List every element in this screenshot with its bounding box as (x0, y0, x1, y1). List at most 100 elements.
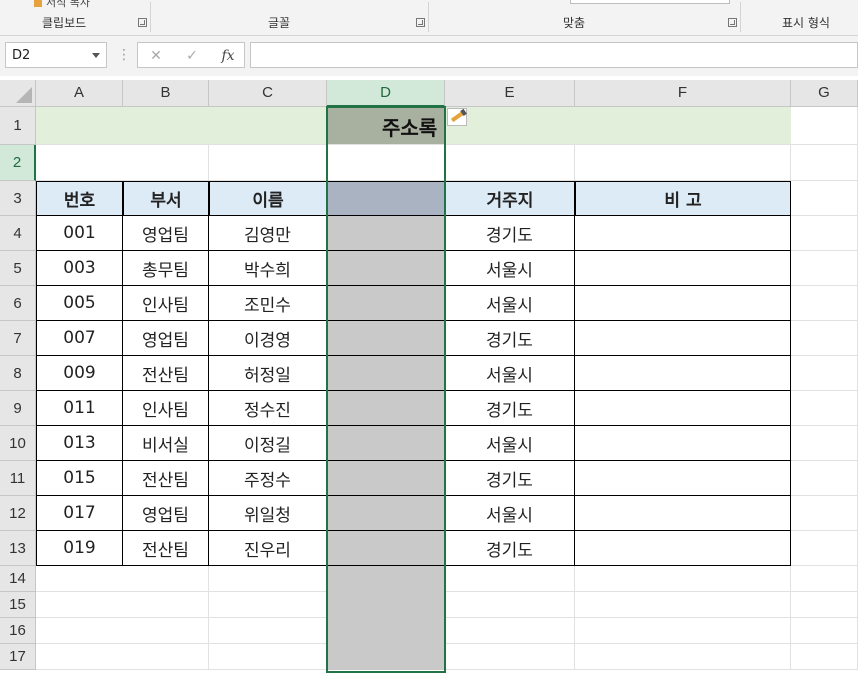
table-cell-name[interactable]: 진우리 (209, 531, 327, 566)
table-cell-dept[interactable]: 영업팀 (123, 216, 209, 251)
worksheet-grid[interactable]: A B C D E F G 1 2 3 4 5 6 7 8 9 10 11 12 13 14 15 16 17 번호 부서 이름 거주… (0, 80, 858, 673)
row-header-8[interactable]: 8 (0, 356, 36, 391)
table-cell-d[interactable] (327, 391, 445, 426)
table-cell-addr[interactable]: 서울시 (445, 356, 575, 391)
table-cell-no[interactable]: 011 (36, 391, 123, 426)
column-header-b[interactable]: B (123, 80, 209, 107)
column-header-a[interactable]: A (36, 80, 123, 107)
format-painter-partial[interactable]: 서식 복사 (34, 0, 90, 10)
chevron-down-icon[interactable] (92, 53, 100, 58)
table-cell-name[interactable]: 허정일 (209, 356, 327, 391)
table-cell-note[interactable] (575, 426, 791, 461)
table-cell-addr[interactable]: 서울시 (445, 496, 575, 531)
column-header-d[interactable]: D (327, 80, 445, 107)
table-cell-dept[interactable]: 영업팀 (123, 496, 209, 531)
table-cell-note[interactable] (575, 496, 791, 531)
table-cell-note[interactable] (575, 391, 791, 426)
cancel-icon[interactable]: ✕ (144, 46, 168, 66)
column-header-f[interactable]: F (575, 80, 791, 107)
row-header-17[interactable]: 17 (0, 644, 36, 670)
table-cell-name[interactable]: 이경영 (209, 321, 327, 356)
header-cell-a[interactable]: 번호 (36, 181, 123, 216)
column-header-e[interactable]: E (445, 80, 575, 107)
table-cell-no[interactable]: 017 (36, 496, 123, 531)
table-cell-name[interactable]: 김영만 (209, 216, 327, 251)
row-header-5[interactable]: 5 (0, 251, 36, 286)
formula-input[interactable] (250, 42, 858, 68)
paintbrush-icon[interactable] (447, 108, 467, 126)
table-cell-no[interactable]: 019 (36, 531, 123, 566)
header-cell-d[interactable] (327, 181, 445, 216)
row-header-2[interactable]: 2 (0, 145, 36, 181)
column-header-g[interactable]: G (791, 80, 858, 107)
insert-function-icon[interactable]: fx (216, 46, 240, 66)
table-cell-note[interactable] (575, 321, 791, 356)
table-cell-no[interactable]: 003 (36, 251, 123, 286)
row-header-14[interactable]: 14 (0, 566, 36, 592)
row-header-9[interactable]: 9 (0, 391, 36, 426)
row-header-11[interactable]: 11 (0, 461, 36, 496)
table-cell-name[interactable]: 박수희 (209, 251, 327, 286)
row-header-7[interactable]: 7 (0, 321, 36, 356)
enter-icon[interactable]: ✓ (180, 46, 204, 66)
table-cell-name[interactable]: 이정길 (209, 426, 327, 461)
table-cell-name[interactable]: 조민수 (209, 286, 327, 321)
table-cell-note[interactable] (575, 216, 791, 251)
table-cell-no[interactable]: 001 (36, 216, 123, 251)
table-cell-d[interactable] (327, 461, 445, 496)
more-options-icon[interactable]: ⋮ (117, 47, 131, 63)
table-cell-dept[interactable]: 전산팀 (123, 531, 209, 566)
row-header-10[interactable]: 10 (0, 426, 36, 461)
row-header-16[interactable]: 16 (0, 618, 36, 644)
table-cell-d[interactable] (327, 321, 445, 356)
table-cell-name[interactable]: 정수진 (209, 391, 327, 426)
header-cell-e[interactable]: 거주지 (445, 181, 575, 216)
column-header-c[interactable]: C (209, 80, 327, 107)
table-cell-dept[interactable]: 인사팀 (123, 286, 209, 321)
row-header-1[interactable]: 1 (0, 107, 36, 145)
select-all-button[interactable] (0, 80, 36, 107)
table-cell-note[interactable] (575, 286, 791, 321)
table-cell-addr[interactable]: 서울시 (445, 251, 575, 286)
table-cell-addr[interactable]: 경기도 (445, 216, 575, 251)
row-header-4[interactable]: 4 (0, 216, 36, 251)
table-cell-addr[interactable]: 경기도 (445, 321, 575, 356)
table-cell-d[interactable] (327, 251, 445, 286)
table-cell-d[interactable] (327, 496, 445, 531)
table-cell-d[interactable] (327, 286, 445, 321)
alignment-launcher-icon[interactable] (728, 18, 737, 27)
row-header-15[interactable]: 15 (0, 592, 36, 618)
row-header-6[interactable]: 6 (0, 286, 36, 321)
table-cell-d[interactable] (327, 216, 445, 251)
font-launcher-icon[interactable] (416, 18, 425, 27)
table-cell-addr[interactable]: 서울시 (445, 286, 575, 321)
row-header-13[interactable]: 13 (0, 531, 36, 566)
clipboard-launcher-icon[interactable] (138, 18, 147, 27)
table-cell-no[interactable]: 005 (36, 286, 123, 321)
table-cell-note[interactable] (575, 531, 791, 566)
table-cell-note[interactable] (575, 251, 791, 286)
table-cell-addr[interactable]: 서울시 (445, 426, 575, 461)
table-cell-dept[interactable]: 전산팀 (123, 461, 209, 496)
table-cell-dept[interactable]: 영업팀 (123, 321, 209, 356)
table-cell-name[interactable]: 위일청 (209, 496, 327, 531)
header-cell-c[interactable]: 이름 (209, 181, 327, 216)
table-cell-addr[interactable]: 경기도 (445, 531, 575, 566)
table-cell-note[interactable] (575, 356, 791, 391)
table-cell-dept[interactable]: 인사팀 (123, 391, 209, 426)
table-cell-note[interactable] (575, 461, 791, 496)
row-header-12[interactable]: 12 (0, 496, 36, 531)
header-cell-b[interactable]: 부서 (123, 181, 209, 216)
table-cell-no[interactable]: 015 (36, 461, 123, 496)
table-cell-d[interactable] (327, 426, 445, 461)
name-box[interactable]: D2 (5, 42, 107, 68)
table-cell-name[interactable]: 주정수 (209, 461, 327, 496)
table-cell-no[interactable]: 013 (36, 426, 123, 461)
table-cell-dept[interactable]: 비서실 (123, 426, 209, 461)
table-cell-dept[interactable]: 총무팀 (123, 251, 209, 286)
table-cell-no[interactable]: 009 (36, 356, 123, 391)
table-cell-d[interactable] (327, 356, 445, 391)
table-cell-dept[interactable]: 전산팀 (123, 356, 209, 391)
table-cell-addr[interactable]: 경기도 (445, 461, 575, 496)
table-cell-d[interactable] (327, 531, 445, 566)
